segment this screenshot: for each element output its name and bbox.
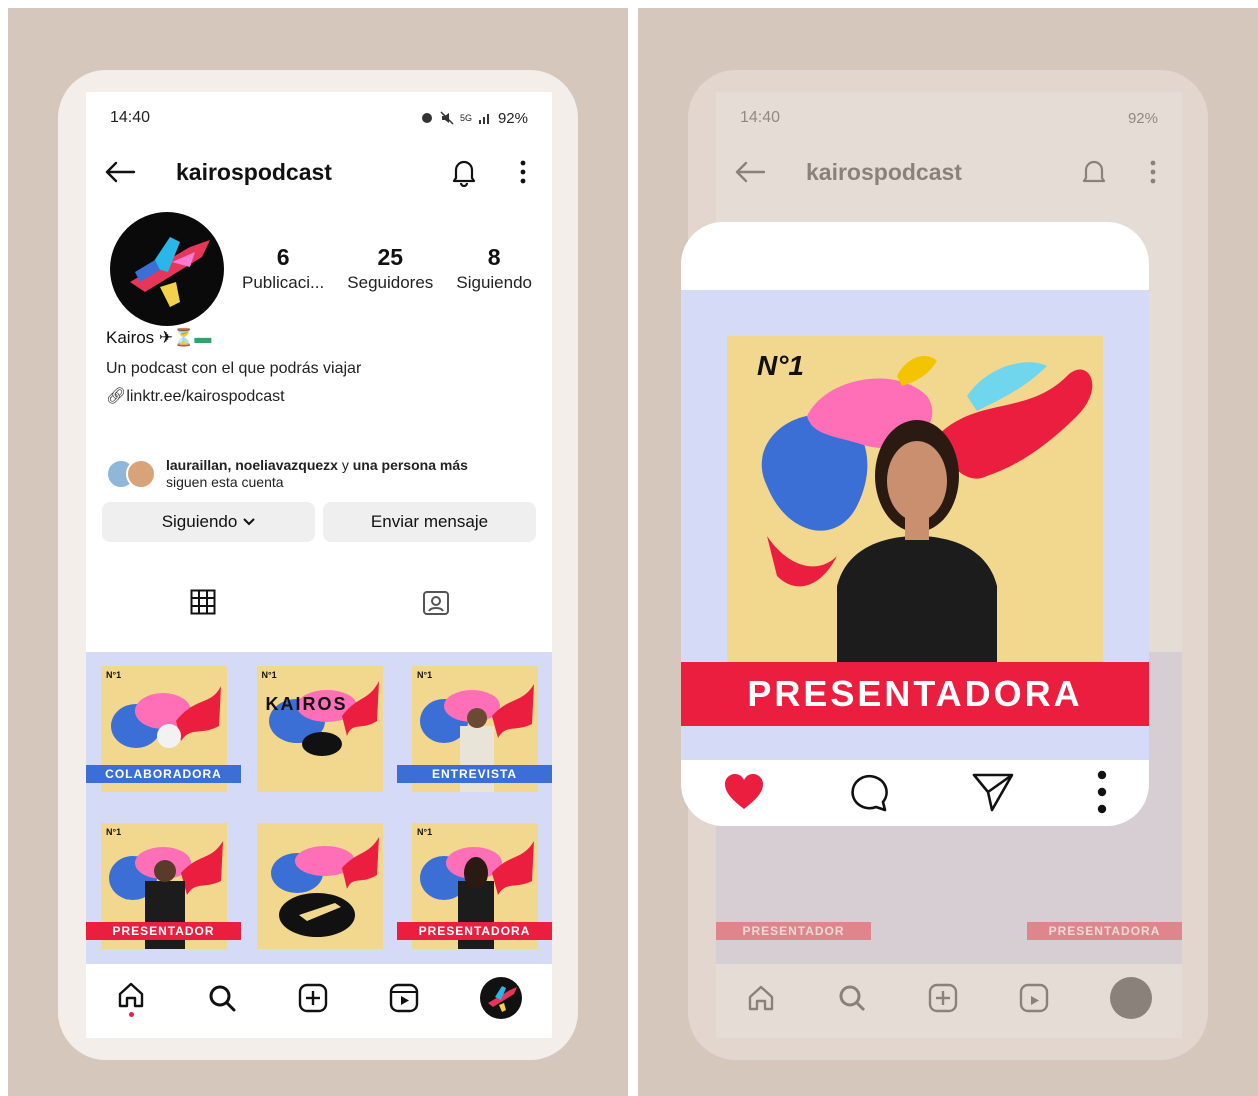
profile-actions: Siguiendo Enviar mensaje: [102, 502, 536, 542]
stat-posts-count: 6: [276, 244, 290, 270]
send-message-button[interactable]: Enviar mensaje: [323, 502, 536, 542]
status-icons: 5G 92%: [420, 110, 528, 127]
post-banner: ENTREVISTA: [397, 765, 552, 783]
battery-label: 92%: [497, 109, 528, 127]
grid-icon: [190, 589, 215, 615]
right-panel: 14:40 92% kairospodcast PRESENTADOR PRES…: [638, 8, 1258, 1096]
search-icon[interactable]: [207, 983, 237, 1013]
post-tile[interactable]: N°1 PRESENTADOR: [86, 809, 241, 964]
profile-username: kairospodcast: [176, 158, 332, 185]
status-time: 14:40: [110, 109, 151, 126]
followed-by-text: lauraillan, noeliavazquezx y una persona…: [166, 457, 468, 491]
alarm-icon: [421, 113, 432, 123]
post-splash: [268, 681, 379, 756]
profile-nav-avatar[interactable]: [479, 977, 522, 1019]
tagged-icon: [422, 591, 449, 615]
post-badge: N°1: [106, 827, 122, 837]
post-badge: N°1: [417, 827, 433, 837]
link-icon: 🔗︎: [106, 388, 127, 405]
heart-icon[interactable]: [723, 773, 765, 811]
post-banner: PRESENTADOR: [86, 922, 241, 940]
post-splash: [761, 356, 1093, 666]
followed-by-joiner: y: [337, 457, 353, 473]
tab-tagged[interactable]: [319, 580, 552, 624]
stat-following-label: Siguiendo: [456, 273, 532, 292]
profile-name-text: Kairos: [106, 328, 155, 347]
posts-grid: N°1 COLABORADORA N°1 KAIROS N°1 ENTREVIS…: [86, 652, 552, 964]
status-bar: 14:40 5G 92%: [110, 106, 528, 130]
followed-by-names: lauraillan, noeliavazquezx: [166, 457, 338, 473]
post-badge: N°1: [261, 670, 277, 680]
post-splash: [270, 837, 379, 937]
ticket-emoji-icon: ▬: [194, 328, 212, 347]
profile-stats: 6 Publicaci... 25 Seguidores 8 Siguiendo: [242, 244, 532, 293]
phone-frame: 14:40 5G 92% kairospodcast 6 Publicaci..…: [58, 70, 578, 1060]
comment-icon[interactable]: [848, 772, 889, 812]
following-button-label: Siguiendo: [161, 512, 238, 531]
following-button[interactable]: Siguiendo: [102, 502, 315, 542]
avatar: [126, 459, 156, 489]
send-message-label: Enviar mensaje: [370, 512, 489, 531]
post-tile[interactable]: N°1 KAIROS: [241, 652, 397, 807]
profile-avatar[interactable]: [110, 212, 224, 326]
more-vertical-icon[interactable]: [1097, 770, 1107, 814]
profile-name: Kairos ✈⏳▬: [106, 328, 211, 348]
plane-emoji-icon: ✈: [158, 328, 174, 347]
post-tile[interactable]: [241, 809, 397, 964]
post-tile[interactable]: N°1 ENTREVISTA: [397, 652, 552, 807]
stat-following[interactable]: 8 Siguiendo: [456, 244, 532, 293]
post-badge: N°1: [757, 350, 804, 381]
add-icon[interactable]: [298, 983, 328, 1013]
followed-by-line2: siguen esta cuenta: [166, 474, 284, 490]
post-preview-card: N°1 PRESENTADORA: [681, 222, 1149, 826]
post-tile[interactable]: N°1 COLABORADORA: [86, 652, 241, 807]
top-bar: kairospodcast: [104, 150, 526, 194]
home-icon[interactable]: [116, 980, 146, 1017]
profile-tabs: [86, 580, 552, 624]
mute-icon: [440, 111, 454, 125]
follower-avatars: [106, 459, 156, 489]
share-icon[interactable]: [972, 772, 1014, 812]
followed-by-more: una persona más: [352, 457, 468, 473]
post-badge: N°1: [106, 670, 122, 680]
stat-following-count: 8: [487, 244, 501, 270]
bottom-nav: [86, 966, 552, 1030]
stat-followers[interactable]: 25 Seguidores: [347, 244, 433, 293]
post-banner: PRESENTADORA: [681, 662, 1149, 726]
stat-posts[interactable]: 6 Publicaci...: [242, 244, 324, 293]
profile-bio: Un podcast con el que podrás viajar: [106, 360, 362, 377]
stat-followers-count: 25: [377, 244, 404, 270]
left-panel: 14:40 5G 92% kairospodcast 6 Publicaci..…: [8, 8, 628, 1096]
reels-icon[interactable]: [389, 983, 419, 1013]
tab-grid[interactable]: [86, 580, 319, 624]
post-banner: COLABORADORA: [86, 765, 241, 783]
post-badge: N°1: [417, 670, 433, 680]
post-banner: PRESENTADORA: [397, 922, 552, 940]
profile-link-text[interactable]: linktr.ee/kairospodcast: [126, 388, 284, 405]
post-actions: [681, 762, 1149, 822]
post-title: KAIROS: [265, 694, 348, 714]
chevron-down-icon: [243, 518, 256, 526]
more-vertical-icon[interactable]: [520, 160, 526, 184]
followed-by[interactable]: lauraillan, noeliavazquezx y una persona…: [106, 454, 532, 494]
back-arrow-icon[interactable]: [104, 160, 136, 184]
post-tile[interactable]: N°1 PRESENTADORA: [397, 809, 552, 964]
post-preview-media: N°1 PRESENTADORA: [681, 290, 1149, 760]
stat-posts-label: Publicaci...: [242, 273, 325, 292]
network-label: 5G: [459, 113, 472, 123]
stat-followers-label: Seguidores: [347, 273, 434, 292]
hourglass-emoji-icon: ⏳: [173, 328, 195, 347]
home-indicator-dot: [128, 1011, 134, 1017]
profile-screen: 14:40 5G 92% kairospodcast 6 Publicaci..…: [86, 92, 552, 1038]
profile-link[interactable]: 🔗︎linktr.ee/kairospodcast: [106, 386, 285, 406]
bell-icon[interactable]: [450, 157, 478, 187]
signal-icon: [478, 114, 489, 124]
